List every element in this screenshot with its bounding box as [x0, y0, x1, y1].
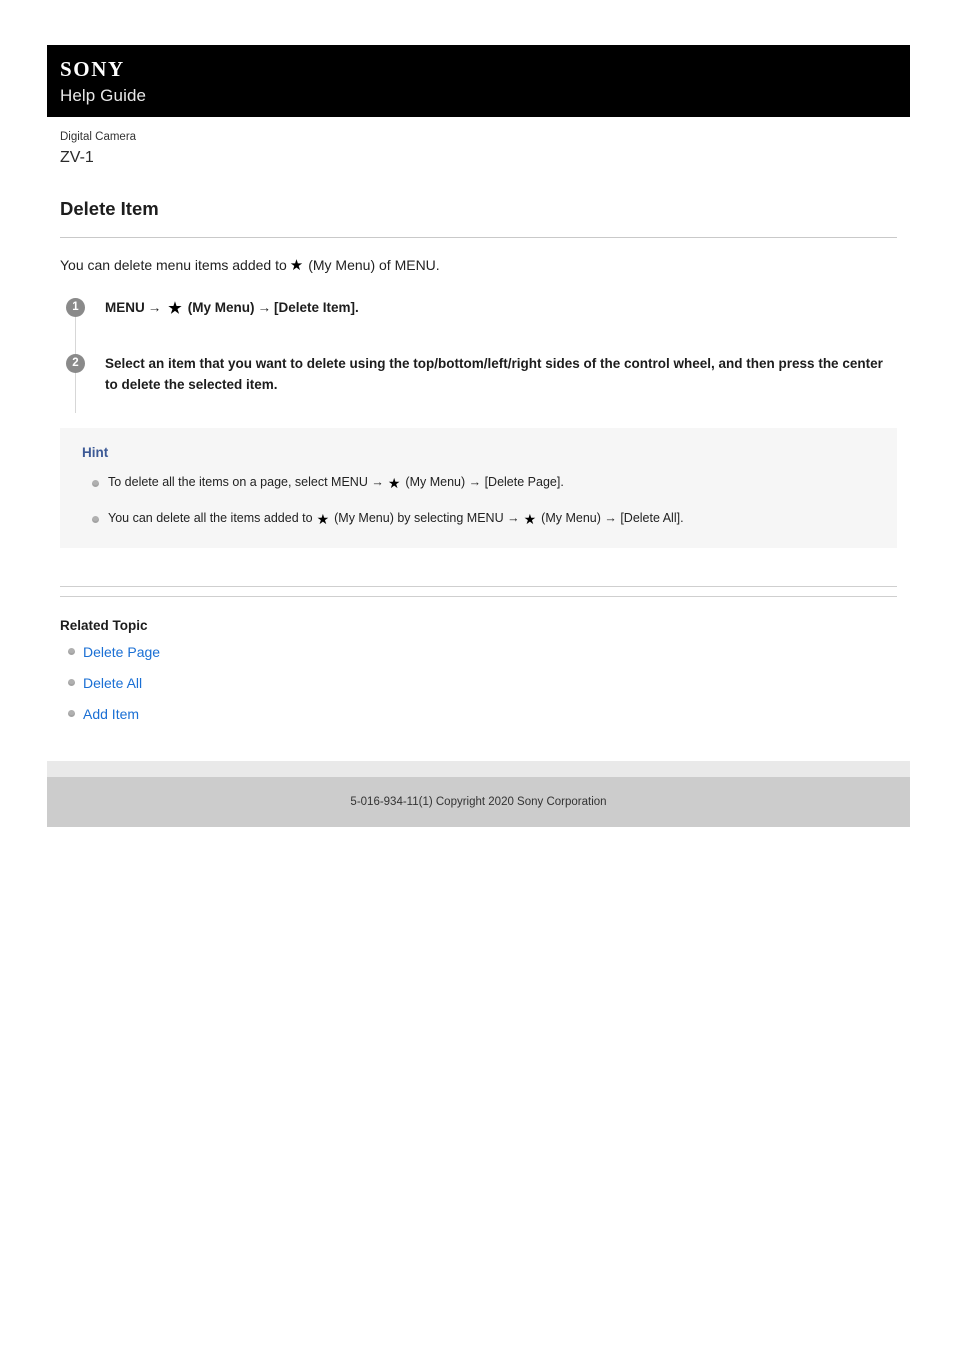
- divider-line-bottom: [60, 595, 897, 597]
- sony-logo: SONY: [60, 56, 125, 81]
- procedure-steps: 1 MENU → ★ (My Menu) → [Delete Item]. 2 Selec…: [60, 298, 897, 414]
- intro-text-before: You can delete menu items added to: [60, 257, 287, 274]
- step-2: 2 Select an item that you want to delete…: [60, 354, 897, 414]
- intro-paragraph: You can delete menu items added to ★ (My…: [60, 255, 897, 276]
- hint-item: You can delete all the items added to ★ …: [82, 509, 875, 528]
- arrow-icon: →: [147, 300, 162, 316]
- hint-item: To delete all the items on a page, selec…: [82, 473, 875, 492]
- step-connector-line: [75, 373, 76, 414]
- bullet-icon: [68, 679, 75, 687]
- star-icon: ★: [289, 257, 304, 275]
- divider-line-top: [60, 585, 897, 587]
- product-info: Digital Camera ZV-1: [47, 117, 910, 168]
- hint-1-text-b: (My Menu) → [Delete Page].: [405, 475, 564, 490]
- related-link-add-item[interactable]: Add Item: [83, 706, 139, 722]
- step-number-badge: 2: [66, 354, 85, 374]
- hint-1-text-a: To delete all the items on a page, selec…: [108, 475, 384, 490]
- star-icon: ★: [523, 510, 537, 527]
- related-link-delete-page[interactable]: Delete Page: [83, 644, 160, 660]
- step-1-text: MENU → ★ (My Menu) → [Delete Item].: [105, 298, 897, 319]
- section-divider: [60, 585, 897, 597]
- help-guide-label: Help Guide: [60, 85, 147, 105]
- related-topic-list: Delete Page Delete All Add Item: [60, 641, 897, 727]
- help-guide-page: SONY Help Guide Digital Camera ZV-1 Dele…: [47, 45, 910, 827]
- list-item: Add Item: [60, 703, 897, 726]
- step-number-badge: 1: [66, 298, 85, 318]
- page-footer: 5-016-934-11(1) Copyright 2020 Sony Corp…: [47, 760, 910, 827]
- hint-2-text-a: You can delete all the items added to: [108, 511, 313, 526]
- step-1-menu-label: MENU: [105, 300, 145, 316]
- site-header: SONY Help Guide: [47, 45, 910, 117]
- hint-box: Hint To delete all the items on a page, …: [60, 428, 897, 548]
- intro-text-after: (My Menu) of MENU.: [308, 257, 440, 274]
- step-1-mymenu-label: (My Menu): [187, 300, 255, 316]
- star-icon: ★: [387, 474, 401, 491]
- hint-2-text-b: (My Menu) by selecting MENU →: [334, 511, 520, 526]
- bullet-icon: [68, 647, 75, 655]
- product-category: Digital Camera: [60, 131, 137, 143]
- footer-copyright-band: 5-016-934-11(1) Copyright 2020 Sony Corp…: [47, 776, 910, 827]
- step-1-target-label: [Delete Item].: [273, 300, 359, 316]
- bullet-icon: [92, 516, 99, 524]
- footer-top-strip: [47, 760, 910, 777]
- star-icon: ★: [316, 510, 330, 527]
- star-icon: ★: [168, 300, 182, 318]
- list-item: Delete All: [60, 672, 897, 695]
- related-link-delete-all[interactable]: Delete All: [83, 675, 142, 691]
- hint-title: Hint: [82, 445, 109, 461]
- step-1: 1 MENU → ★ (My Menu) → [Delete Item].: [60, 298, 897, 378]
- bullet-icon: [68, 710, 75, 718]
- article-content: Delete Item You can delete menu items ad…: [47, 198, 910, 726]
- copyright-text: 5-016-934-11(1) Copyright 2020 Sony Corp…: [350, 795, 607, 808]
- step-2-text: Select an item that you want to delete u…: [105, 356, 883, 393]
- list-item: Delete Page: [60, 641, 897, 664]
- arrow-icon: →: [257, 300, 271, 316]
- title-divider: [60, 237, 897, 239]
- bullet-icon: [92, 480, 99, 488]
- page-title: Delete Item: [60, 198, 159, 220]
- hint-2-text-c: (My Menu) → [Delete All].: [541, 511, 684, 526]
- product-model: ZV-1: [60, 148, 94, 166]
- related-topic-heading: Related Topic: [60, 617, 148, 633]
